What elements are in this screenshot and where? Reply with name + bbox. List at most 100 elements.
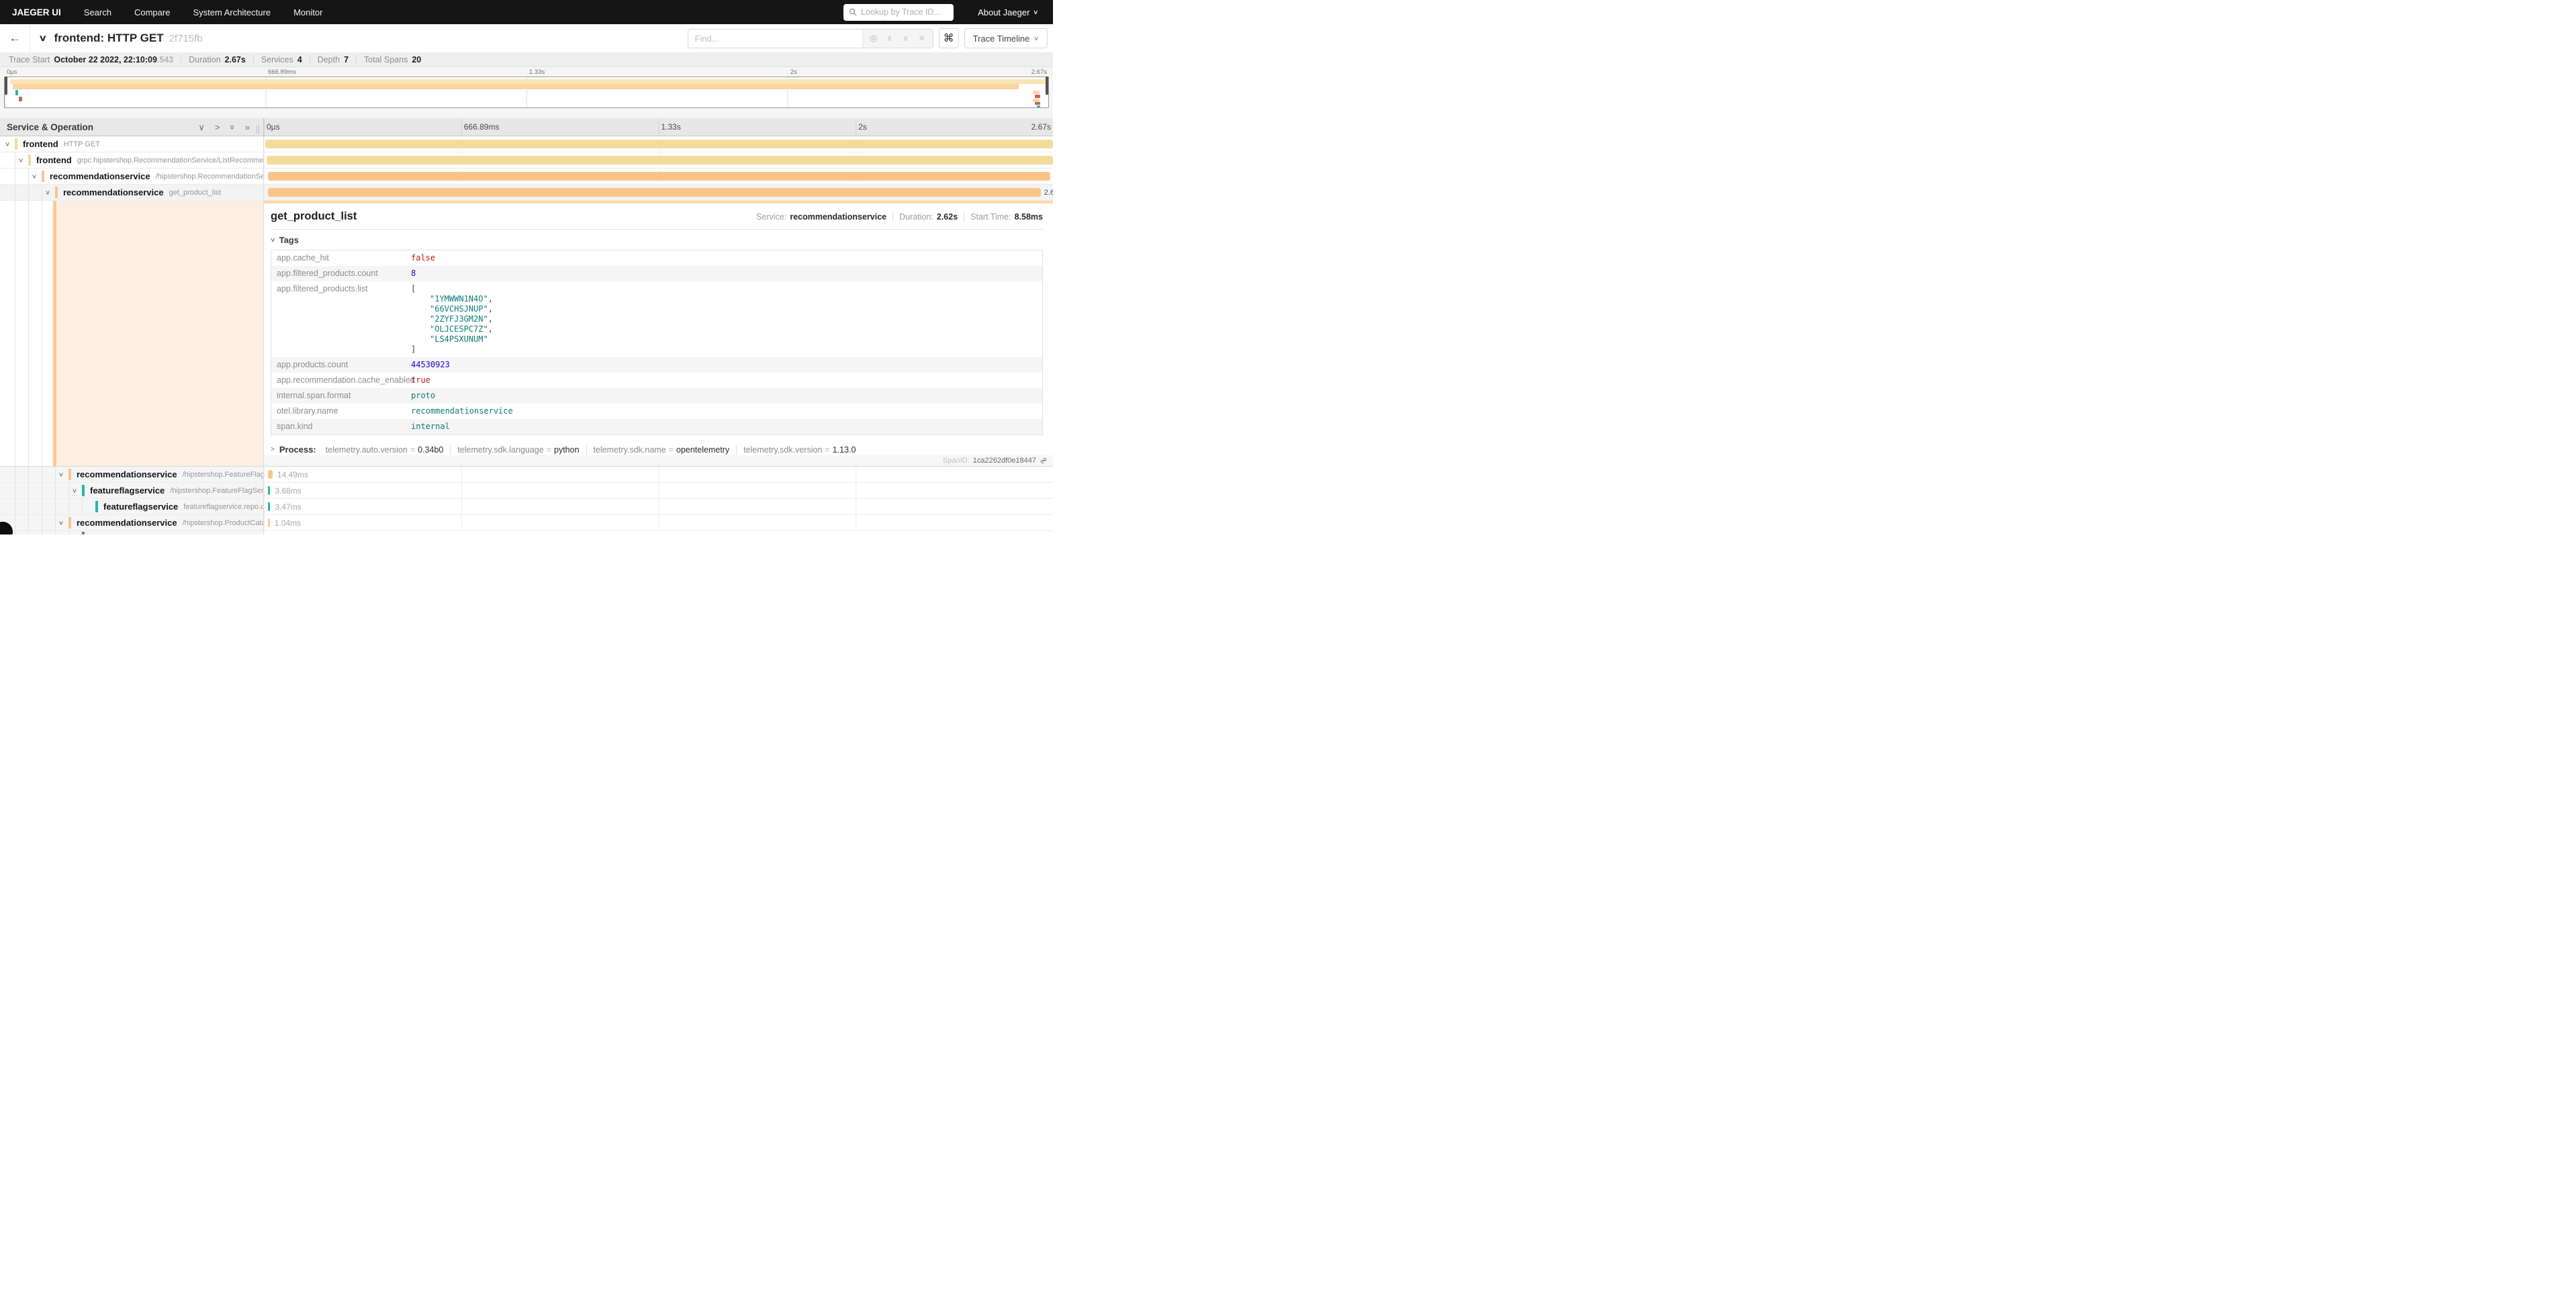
span-service-name: recommendationservice (77, 518, 177, 528)
tag-key: app.filtered_products.list (271, 281, 406, 357)
span-row--hipstershop-productcatalogser[interactable]: ∨ recommendationservice/hipstershop.Produ… (0, 515, 1053, 531)
search-icon (849, 8, 857, 16)
chevron-right-icon[interactable]: > (271, 446, 275, 453)
span-operation-name: /hipstershop.ProductCatalogSer... (183, 519, 264, 527)
expand-all-icon[interactable]: » (245, 123, 250, 132)
span-service-name: recommendationservice (50, 171, 150, 181)
service-color-bar (68, 517, 71, 528)
span-detail-row: get_product_list Service:recommendations… (0, 201, 1053, 467)
top-nav: JAEGER UI Search Compare System Architectu… (0, 0, 1053, 24)
nav-item-monitor[interactable]: Monitor (293, 7, 322, 17)
span-duration-label: 1.04ms (275, 518, 301, 528)
minimap-left-handle[interactable] (5, 77, 7, 95)
tag-value: true (406, 373, 1042, 388)
span-timeline-cell[interactable]: 2.62s (264, 185, 1053, 200)
minimap-right-handle[interactable] (1046, 77, 1048, 95)
span-timeline-cell[interactable] (264, 136, 1053, 152)
nav-item-compare[interactable]: Compare (134, 7, 170, 17)
prev-match-icon[interactable]: ∧ (882, 34, 898, 43)
span-row--hipstershop-recommendationser[interactable]: ∨recommendationservice/hipstershop.Recom… (0, 169, 1053, 185)
span-duration-label: 3.47ms (275, 502, 301, 512)
service-color-bar (42, 171, 44, 182)
collapse-all-icon[interactable]: » (228, 124, 237, 129)
trace-summary-bar: Trace StartOctober 22 2022, 22:10:09.543… (0, 52, 1053, 67)
trace-view-selector[interactable]: Trace Timeline ∨ (964, 28, 1048, 48)
span-duration-bar[interactable] (268, 172, 1050, 181)
span-operation-name: get_product_list (169, 189, 222, 197)
span-operation-name: grpc.hipstershop.RecommendationService/L… (77, 156, 264, 165)
span-id-bar: SpanID: 1ca2262df0e18447 (264, 455, 1053, 466)
tag-row: app.cache_hitfalse (271, 250, 1042, 266)
span-expand-chevron[interactable]: ∨ (15, 156, 27, 164)
span-expand-chevron[interactable]: ∨ (1, 140, 13, 148)
span-duration-bar[interactable] (265, 140, 1053, 148)
tag-row: internal.span.formatproto (271, 388, 1042, 404)
span-timeline-cell[interactable]: 3.47ms (264, 499, 1053, 514)
collapse-one-icon[interactable]: ∨ (198, 123, 205, 132)
span-expand-chevron[interactable]: ∨ (28, 173, 40, 180)
service-color-bar (82, 532, 85, 534)
span-row-http-get[interactable]: ∨frontendHTTP GET (0, 136, 1053, 152)
span-timeline-cell[interactable]: 14.49ms (264, 467, 1053, 482)
time-tick: 0μs (7, 68, 17, 76)
time-tick: 1.33s (529, 68, 545, 76)
span-expand-chevron[interactable]: ∨ (55, 471, 67, 478)
summary-stat: Total Spans20 (356, 55, 428, 64)
span-row-grpc-hipstershop-recommendatio[interactable]: ∨frontendgrpc.hipstershop.Recommendation… (0, 152, 1053, 169)
find-input[interactable] (688, 30, 862, 48)
jaeger-logo[interactable]: JAEGER UI (12, 7, 61, 17)
column-resize-grip[interactable] (257, 125, 259, 134)
span-timeline-cell[interactable]: 3.68ms (264, 483, 1053, 498)
span-expand-chevron[interactable]: ∨ (68, 487, 81, 494)
trace-minimap: 0μs666.89ms1.33s2s2.67s (0, 67, 1053, 118)
tag-key: app.recommendation.cache_enabled (271, 373, 406, 388)
span-duration-bar[interactable] (268, 486, 270, 495)
span-expand-chevron[interactable]: ∨ (55, 519, 67, 526)
span-timeline-cell[interactable] (264, 169, 1053, 184)
span-row-featureflagservice-repo-query-[interactable]: featureflagservicefeatureflagservice.rep… (0, 499, 1053, 515)
span-service-name: recommendationservice (77, 469, 177, 479)
span-duration-bar[interactable] (268, 502, 270, 511)
span-operation-name: /hipstershop.FeatureFlagService/Ge... (170, 487, 264, 495)
span-timeline-cell[interactable] (264, 152, 1053, 168)
nav-item-system-architecture[interactable]: System Architecture (193, 7, 271, 17)
span-duration-bar[interactable] (267, 156, 1053, 165)
detail-meta-item: Duration:2.62s (892, 212, 964, 222)
focus-match-icon[interactable]: ◎ (866, 33, 882, 44)
expand-one-icon[interactable]: > (215, 123, 220, 132)
span-timeline-cell[interactable]: 1.04ms (264, 515, 1053, 530)
span-row-get-product-list[interactable]: ∨recommendationserviceget_product_list2.… (0, 185, 1053, 201)
keyboard-shortcuts-button[interactable]: ⌘ (939, 28, 959, 48)
tag-row: app.products.count44530923 (271, 357, 1042, 373)
clear-find-icon[interactable]: ✕ (914, 34, 930, 43)
copy-link-icon[interactable] (1040, 457, 1048, 465)
span-duration-bar[interactable] (268, 518, 269, 527)
trace-id-short: 2f715fb (169, 33, 203, 44)
minimap-canvas[interactable] (4, 77, 1049, 108)
span-duration-label: 3.68ms (275, 486, 301, 496)
detail-operation-name: get_product_list (271, 210, 357, 223)
span-operation-name: featureflagservice.repo.query:fe... (183, 503, 264, 511)
next-match-icon[interactable]: ∨ (898, 34, 914, 43)
about-jaeger-menu[interactable]: About Jaeger ∨ (978, 7, 1038, 17)
span-row-partial[interactable] (0, 531, 1053, 534)
trace-id-search-input[interactable] (861, 7, 948, 17)
tag-value: recommendationservice (406, 404, 1042, 419)
span-row--hipstershop-featureflagservic[interactable]: ∨recommendationservice/hipstershop.Featu… (0, 467, 1053, 483)
process-tag: telemetry.sdk.language=python (450, 445, 586, 455)
trace-collapse-chevron[interactable]: ∨ (38, 33, 47, 44)
nav-item-search[interactable]: Search (84, 7, 111, 17)
span-duration-bar[interactable] (268, 188, 1040, 197)
back-button[interactable]: ← (0, 24, 30, 52)
span-row--hipstershop-featureflagservic[interactable]: ∨featureflagservice/hipstershop.FeatureF… (0, 483, 1053, 499)
trace-id-search[interactable] (843, 4, 954, 21)
tag-key: internal.span.format (271, 388, 406, 404)
span-duration-bar[interactable] (268, 470, 273, 479)
summary-stat: Depth7 (310, 55, 356, 64)
process-section-toggle[interactable]: Process: (279, 445, 316, 455)
process-tag: telemetry.sdk.name=opentelemetry (586, 445, 737, 455)
span-expand-chevron[interactable]: ∨ (42, 189, 54, 196)
service-color-bar (55, 187, 58, 198)
trace-header: ← ∨ frontend: HTTP GET 2f715fb ◎ ∧ ∨ ✕ ⌘… (0, 24, 1053, 52)
tags-section-toggle[interactable]: ∨ Tags (271, 235, 1053, 245)
